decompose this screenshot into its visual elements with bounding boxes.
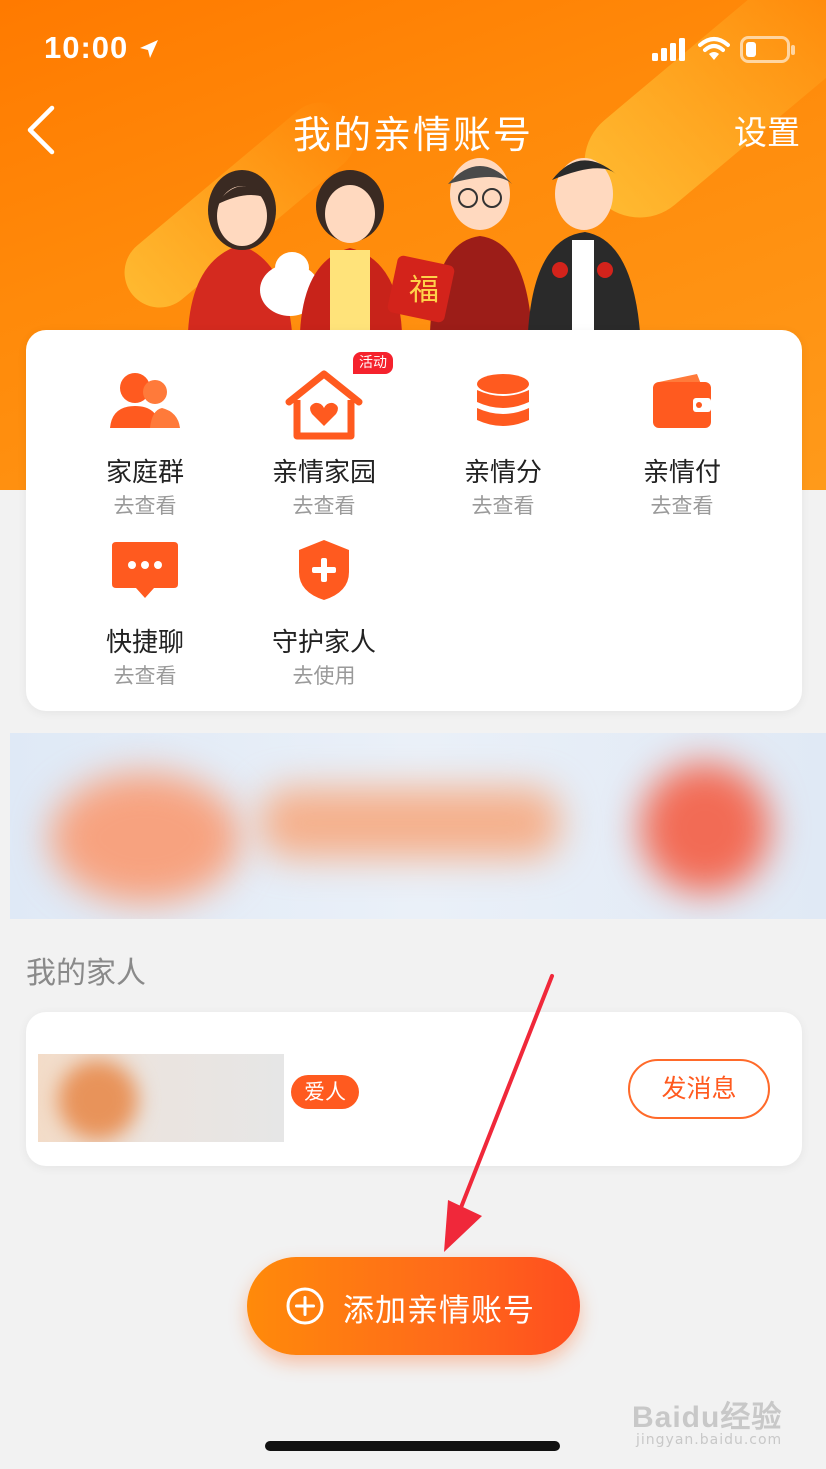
- menu-item-family-points[interactable]: 亲情分 去查看: [414, 366, 592, 526]
- home-indicator[interactable]: [265, 1441, 560, 1451]
- menu-item-label: 亲情付: [642, 458, 721, 488]
- add-button-label: 添加亲情账号: [343, 1293, 535, 1329]
- chat-bubble-icon: [112, 542, 178, 598]
- status-bar: 10:00: [0, 0, 826, 96]
- settings-button[interactable]: 设置: [734, 106, 800, 154]
- menu-item-sublabel: 去使用: [292, 664, 356, 688]
- menu-item-family-group[interactable]: 家庭群 去查看: [56, 366, 234, 526]
- battery-icon: [740, 36, 795, 63]
- people-icon: [110, 373, 180, 428]
- add-family-account-button[interactable]: 添加亲情账号: [247, 1257, 580, 1355]
- member-avatar-name-blurred: [38, 1054, 284, 1142]
- menu-item-sublabel: 去查看: [471, 494, 535, 518]
- menu-item-label: 守护家人: [271, 628, 376, 658]
- menu-item-family-home[interactable]: 活动 亲情家园 去查看: [235, 352, 413, 526]
- banner-blob: [50, 773, 240, 903]
- relation-tag: 爱人: [291, 1075, 359, 1109]
- banner-blob: [260, 788, 560, 858]
- menu-item-sublabel: 去查看: [113, 494, 177, 518]
- menu-item-guard-family[interactable]: 守护家人 去使用: [235, 536, 413, 696]
- family-section-title: 我的家人: [26, 956, 146, 991]
- banner-blob: [640, 763, 770, 893]
- menu-item-sublabel: 去查看: [292, 494, 356, 518]
- family-member-row: 爱人 发消息: [26, 1012, 802, 1166]
- family-illustration: 福: [188, 158, 640, 332]
- baidu-watermark: Baidu经验 jingyan.baidu.com: [632, 1378, 802, 1458]
- heart-house-icon: [285, 370, 363, 440]
- menu-item-sublabel: 去查看: [650, 494, 714, 518]
- avatar: [58, 1060, 138, 1140]
- coin-stack-icon: [477, 374, 529, 426]
- menu-item-quick-chat[interactable]: 快捷聊 去查看: [56, 536, 234, 696]
- watermark-main: Baidu经验: [632, 1401, 783, 1434]
- fu-character: 福: [409, 273, 439, 308]
- wallet-icon: [653, 374, 711, 428]
- status-time: 10:00: [44, 30, 129, 65]
- promo-banner-blurred[interactable]: [10, 733, 826, 919]
- event-badge: 活动: [353, 352, 393, 374]
- menu-item-label: 亲情分: [463, 458, 542, 488]
- menu-item-label: 亲情家园: [271, 458, 376, 488]
- menu-item-label: 快捷聊: [105, 628, 184, 658]
- wifi-icon: [698, 37, 730, 60]
- plus-circle-icon: [286, 1287, 324, 1325]
- signal-icon: [652, 38, 685, 61]
- menu-item-family-pay[interactable]: 亲情付 去查看: [593, 366, 771, 526]
- menu-item-sublabel: 去查看: [113, 664, 177, 688]
- feature-menu-card: 家庭群 去查看 活动 亲情家园 去查看 亲情分 去查看 亲情付 去查看 快捷聊 …: [26, 330, 802, 711]
- menu-item-label: 家庭群: [105, 458, 184, 488]
- send-message-button[interactable]: 发消息: [628, 1059, 770, 1119]
- watermark-sub: jingyan.baidu.com: [636, 1432, 783, 1448]
- location-arrow-icon: [140, 40, 158, 58]
- shield-plus-icon: [299, 540, 349, 600]
